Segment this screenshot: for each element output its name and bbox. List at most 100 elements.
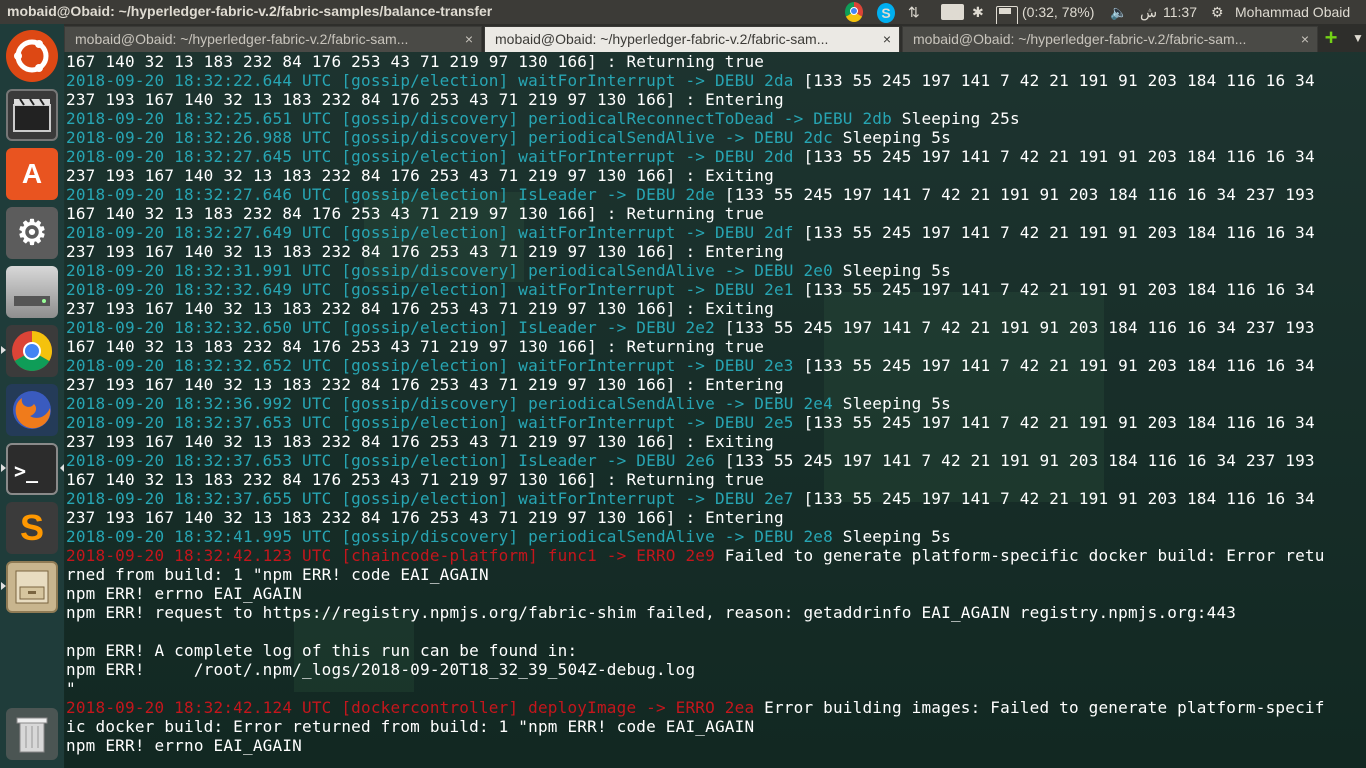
log-message: 237 193 167 140 32 13 183 232 84 176 253… (66, 242, 784, 261)
tab-terminal-1[interactable]: mobaid@Obaid: ~/hyperledger-fabric-v.2/f… (64, 26, 482, 52)
log-prefix: 2018-09-20 18:32:27.646 UTC [gossip/elec… (66, 185, 715, 204)
log-prefix: 2018-09-20 18:32:32.649 UTC [gossip/elec… (66, 280, 794, 299)
error-prefix: 2018-09-20 18:32:42.124 UTC [dockercontr… (66, 698, 755, 717)
log-message: [133 55 245 197 141 7 42 21 191 91 203 1… (793, 71, 1315, 90)
trash-icon[interactable] (6, 708, 58, 760)
sublime-text-icon[interactable]: S (6, 502, 58, 554)
log-message: 167 140 32 13 183 232 84 176 253 43 71 2… (66, 52, 765, 71)
clock-time[interactable]: 11:37 (1163, 2, 1197, 22)
gear-icon[interactable]: ⚙ (1211, 2, 1224, 22)
terminal-line: npm ERR! request to https://registry.npm… (66, 603, 1325, 622)
error-prefix: 2018-09-20 18:32:42.123 UTC [chaincode-p… (66, 546, 715, 565)
battery-status[interactable]: (0:32, 78%) (1022, 2, 1094, 22)
terminal-line: 2018-09-20 18:32:32.652 UTC [gossip/elec… (66, 356, 1325, 375)
log-message: npm ERR! errno EAI_AGAIN (66, 584, 302, 603)
ubuntu-dash-icon[interactable] (6, 30, 58, 82)
battery-icon[interactable] (996, 6, 1018, 26)
log-message: [133 55 245 197 141 7 42 21 191 91 203 1… (714, 318, 1315, 337)
bluetooth-icon[interactable]: ✱ (972, 2, 984, 22)
system-settings-icon[interactable]: ⚙ (6, 207, 58, 259)
log-prefix: 2018-09-20 18:32:37.653 UTC [gossip/elec… (66, 413, 794, 432)
launcher: A ⚙ >_ S (0, 24, 65, 768)
terminal-line: 2018-09-20 18:32:32.649 UTC [gossip/elec… (66, 280, 1325, 299)
clock-ampm[interactable]: ش (1140, 2, 1157, 22)
terminal-line: 237 193 167 140 32 13 183 232 84 176 253… (66, 375, 1325, 394)
firefox-icon[interactable] (6, 384, 58, 436)
terminal-icon[interactable]: >_ (6, 443, 58, 495)
terminal-line: rned from build: 1 "npm ERR! code EAI_AG… (66, 565, 1325, 584)
log-prefix: 2018-09-20 18:32:25.651 UTC [gossip/disc… (66, 109, 892, 128)
log-message: npm ERR! errno EAI_AGAIN (66, 736, 302, 755)
log-prefix: 2018-09-20 18:32:37.653 UTC [gossip/elec… (66, 451, 715, 470)
log-message: [133 55 245 197 141 7 42 21 191 91 203 1… (793, 223, 1315, 242)
terminal-line: 237 193 167 140 32 13 183 232 84 176 253… (66, 432, 1325, 451)
terminal-line: 237 193 167 140 32 13 183 232 84 176 253… (66, 90, 1325, 109)
log-prefix: 2018-09-20 18:32:41.995 UTC [gossip/disc… (66, 527, 833, 546)
software-center-icon[interactable]: A (6, 148, 58, 200)
log-message: [133 55 245 197 141 7 42 21 191 91 203 1… (793, 280, 1315, 299)
chrome-icon[interactable] (6, 325, 58, 377)
running-indicator-icon (1, 464, 6, 472)
close-icon[interactable]: × (883, 27, 891, 51)
chrome-indicator-icon[interactable] (845, 2, 863, 22)
terminal-line: 2018-09-20 18:32:27.649 UTC [gossip/elec… (66, 223, 1325, 242)
volume-icon[interactable]: 🔈 (1110, 2, 1127, 22)
tab-terminal-3[interactable]: mobaid@Obaid: ~/hyperledger-fabric-v.2/f… (902, 26, 1318, 52)
terminal-line: " (66, 679, 1325, 698)
log-message: 167 140 32 13 183 232 84 176 253 43 71 2… (66, 470, 765, 489)
terminal-line: npm ERR! A complete log of this run can … (66, 641, 1325, 660)
log-message: 167 140 32 13 183 232 84 176 253 43 71 2… (66, 204, 765, 223)
terminal-line: 2018-09-20 18:32:27.646 UTC [gossip/elec… (66, 185, 1325, 204)
terminal-line: 167 140 32 13 183 232 84 176 253 43 71 2… (66, 337, 1325, 356)
terminal-line: 2018-09-20 18:32:37.653 UTC [gossip/elec… (66, 451, 1325, 470)
log-message: [133 55 245 197 141 7 42 21 191 91 203 1… (793, 356, 1315, 375)
log-prefix: 2018-09-20 18:32:27.645 UTC [gossip/elec… (66, 147, 794, 166)
disk-icon[interactable] (6, 266, 58, 318)
terminal-line: 2018-09-20 18:32:22.644 UTC [gossip/elec… (66, 71, 1325, 90)
terminal-line: 2018-09-20 18:32:31.991 UTC [gossip/disc… (66, 261, 1325, 280)
terminal-line: 2018-09-20 18:32:37.653 UTC [gossip/elec… (66, 413, 1325, 432)
keyboard-layout-indicator[interactable]: En (941, 4, 965, 20)
new-tab-plus-icon[interactable]: + (1320, 27, 1342, 49)
tab-terminal-2[interactable]: mobaid@Obaid: ~/hyperledger-fabric-v.2/f… (484, 26, 900, 52)
skype-indicator-icon[interactable]: S (877, 3, 895, 23)
log-message: npm ERR! request to https://registry.npm… (66, 603, 1237, 622)
log-message: [133 55 245 197 141 7 42 21 191 91 203 1… (793, 489, 1315, 508)
terminal-line: 2018-09-20 18:32:37.655 UTC [gossip/elec… (66, 489, 1325, 508)
window-title: mobaid@Obaid: ~/hyperledger-fabric-v.2/f… (7, 3, 493, 19)
terminal-line: 237 193 167 140 32 13 183 232 84 176 253… (66, 508, 1325, 527)
log-message: rned from build: 1 "npm ERR! code EAI_AG… (66, 565, 489, 584)
running-indicator-icon (1, 346, 6, 354)
log-message: 237 193 167 140 32 13 183 232 84 176 253… (66, 299, 774, 318)
terminal-line: 2018-09-20 18:32:42.123 UTC [chaincode-p… (66, 546, 1325, 565)
file-cabinet-icon[interactable] (6, 561, 58, 613)
terminal-line: 167 140 32 13 183 232 84 176 253 43 71 2… (66, 204, 1325, 223)
log-message: Sleeping 5s (832, 261, 951, 280)
terminal-line: 237 193 167 140 32 13 183 232 84 176 253… (66, 299, 1325, 318)
close-icon[interactable]: × (465, 27, 473, 51)
log-message: 237 193 167 140 32 13 183 232 84 176 253… (66, 90, 784, 109)
log-message: " (66, 679, 76, 698)
log-message: [133 55 245 197 141 7 42 21 191 91 203 1… (793, 147, 1315, 166)
tab-label: mobaid@Obaid: ~/hyperledger-fabric-v.2/f… (75, 31, 409, 47)
terminal-line: 2018-09-20 18:32:26.988 UTC [gossip/disc… (66, 128, 1325, 147)
top-panel: mobaid@Obaid: ~/hyperledger-fabric-v.2/f… (0, 0, 1366, 26)
log-message: 237 193 167 140 32 13 183 232 84 176 253… (66, 508, 784, 527)
log-message: Sleeping 5s (832, 128, 951, 147)
terminal-line: 2018-09-20 18:32:36.992 UTC [gossip/disc… (66, 394, 1325, 413)
terminal-line: 167 140 32 13 183 232 84 176 253 43 71 2… (66, 52, 1325, 71)
log-message: ic docker build: Error returned from bui… (66, 717, 755, 736)
user-name[interactable]: Mohammad Obaid (1235, 2, 1350, 22)
log-message: Error building images: Failed to generat… (754, 698, 1325, 717)
terminal-output[interactable]: 167 140 32 13 183 232 84 176 253 43 71 2… (64, 52, 1366, 768)
video-editor-icon[interactable] (6, 89, 58, 141)
log-message: npm ERR! A complete log of this run can … (66, 641, 578, 660)
log-message: 237 193 167 140 32 13 183 232 84 176 253… (66, 166, 774, 185)
close-icon[interactable]: × (1301, 27, 1309, 51)
log-message: Sleeping 5s (832, 394, 951, 413)
network-arrows-icon[interactable]: ⇅ (908, 2, 920, 22)
terminal-line: 2018-09-20 18:32:42.124 UTC [dockercontr… (66, 698, 1325, 717)
tab-list-chevron-down-icon[interactable]: ▼ (1348, 27, 1366, 49)
terminal-line: 2018-09-20 18:32:32.650 UTC [gossip/elec… (66, 318, 1325, 337)
terminal-line: 167 140 32 13 183 232 84 176 253 43 71 2… (66, 470, 1325, 489)
